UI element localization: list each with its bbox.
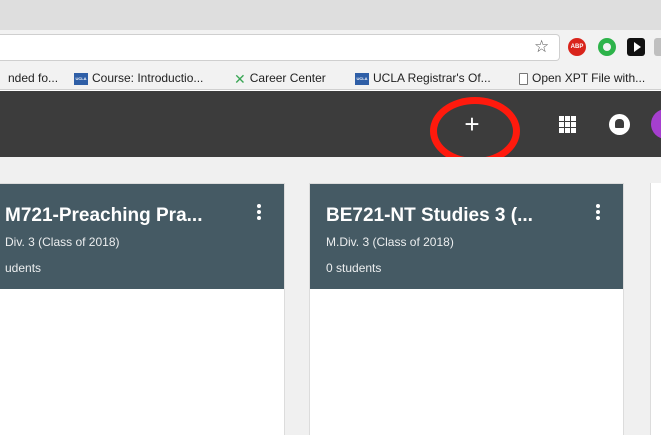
class-card[interactable]: BE721-NT Studies 3 (... M.Div. 3 (Class … — [309, 183, 624, 435]
bookmark-item[interactable]: UCLA Course: Introductio... — [74, 70, 203, 86]
class-card-section: M.Div. 3 (Class of 2018) — [326, 235, 454, 249]
bookmark-label: UCLA Registrar's Of... — [373, 71, 491, 85]
green-circle-icon[interactable] — [598, 38, 616, 56]
browser-toolbar: ☆ ABP — [0, 30, 661, 66]
bookmark-item[interactable]: Open XPT File with... — [519, 70, 645, 86]
next-card-edge — [650, 183, 661, 435]
class-card-title[interactable]: BE721-NT Studies 3 (... — [326, 203, 607, 229]
adblock-icon[interactable]: ABP — [568, 38, 586, 56]
bookmark-label: Career Center — [249, 71, 326, 85]
class-card-title[interactable]: M721-Preaching Pra... — [5, 203, 268, 229]
screenshot: ☆ ABP nded fo... UCLA Course: Introductio… — [0, 0, 661, 435]
bookmark-label: nded fo... — [8, 71, 59, 85]
address-bar[interactable] — [0, 34, 560, 61]
bookmark-label: Open XPT File with... — [532, 71, 646, 85]
class-card-student-count: 0 students — [326, 261, 382, 275]
app-header: + — [0, 91, 661, 157]
bookmark-item[interactable]: ✕ Career Center — [234, 70, 326, 87]
bookmark-star-icon[interactable]: ☆ — [534, 36, 549, 58]
class-card[interactable]: M721-Preaching Pra... Div. 3 (Class of 2… — [0, 183, 285, 435]
extension-overflow-icon[interactable] — [654, 38, 661, 56]
ucla-favicon: UCLA — [355, 72, 369, 85]
class-card-header[interactable]: BE721-NT Studies 3 (... M.Div. 3 (Class … — [310, 184, 623, 289]
career-center-icon: ✕ — [234, 70, 246, 87]
red-highlight-circle — [430, 97, 520, 165]
play-icon[interactable] — [627, 38, 645, 56]
more-options-icon[interactable] — [596, 204, 600, 222]
notifications-icon[interactable] — [609, 114, 630, 135]
browser-tab-strip — [0, 0, 661, 30]
file-icon — [519, 72, 528, 85]
class-card-student-count: udents — [5, 261, 42, 275]
class-card-section: Div. 3 (Class of 2018) — [5, 235, 120, 249]
class-card-header[interactable]: M721-Preaching Pra... Div. 3 (Class of 2… — [0, 184, 284, 289]
bookmark-item[interactable]: UCLA UCLA Registrar's Of... — [355, 70, 491, 86]
bookmark-item[interactable]: nded fo... — [8, 70, 58, 86]
bookmarks-bar: nded fo... UCLA Course: Introductio... ✕ C… — [0, 66, 661, 90]
apps-grid-icon[interactable] — [559, 116, 576, 133]
class-card-grid: M721-Preaching Pra... Div. 3 (Class of 2… — [0, 157, 661, 435]
more-options-icon[interactable] — [257, 204, 261, 222]
ucla-favicon: UCLA — [74, 72, 88, 85]
avatar[interactable] — [651, 109, 661, 139]
bookmark-label: Course: Introductio... — [92, 71, 204, 85]
